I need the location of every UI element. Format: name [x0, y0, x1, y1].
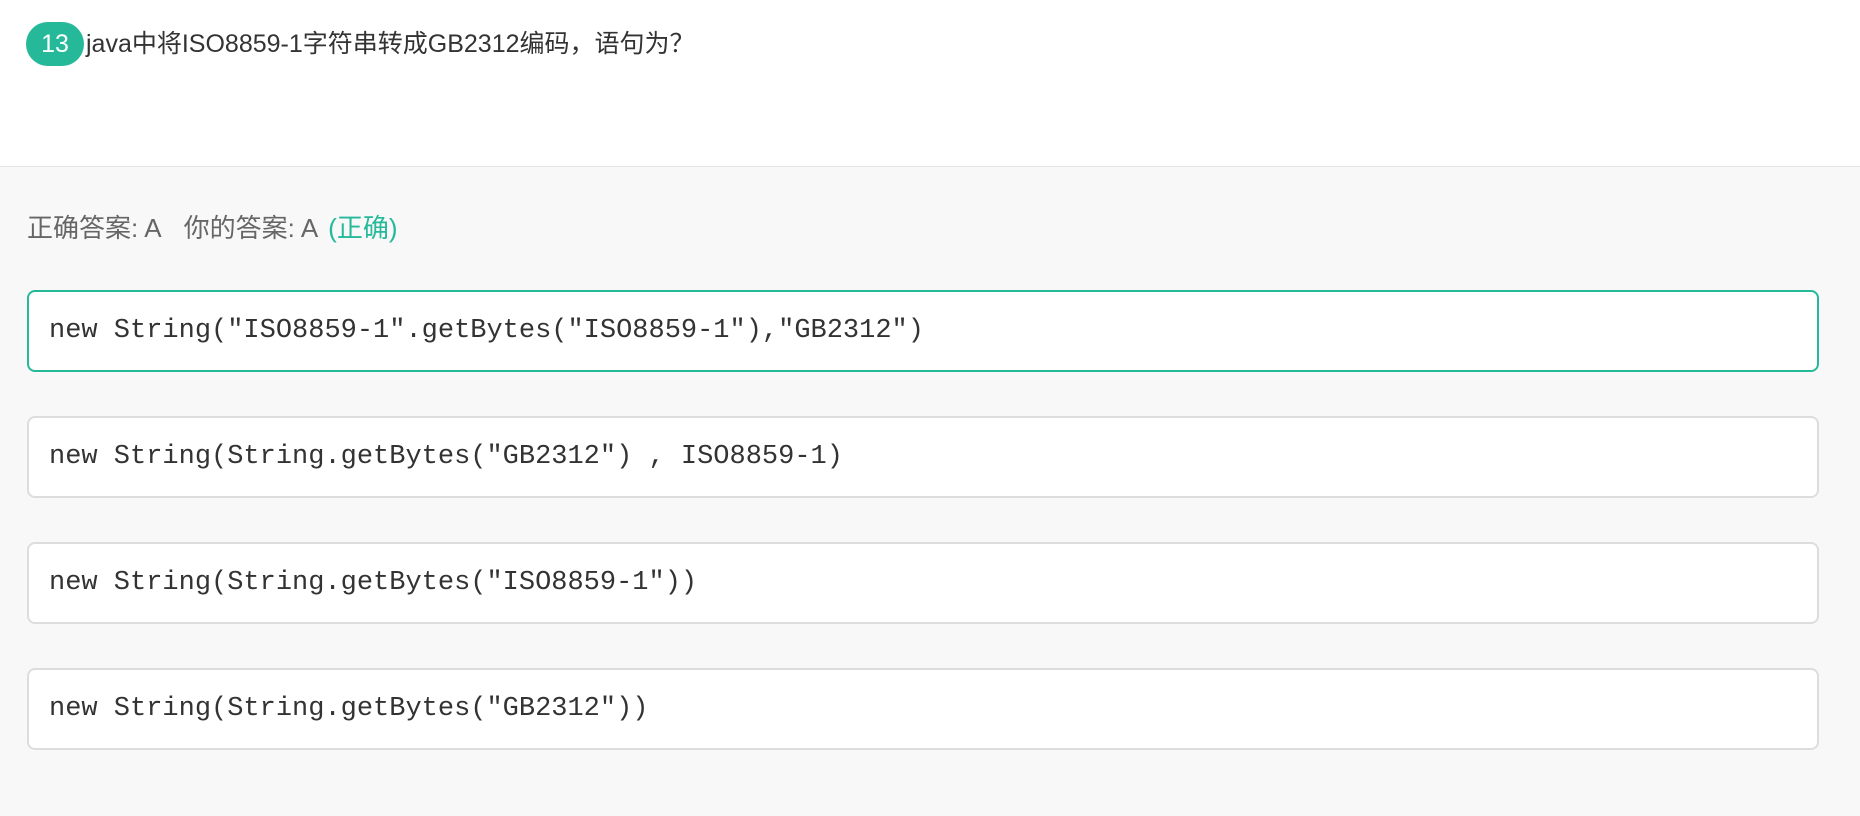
your-answer-value: A: [300, 213, 319, 243]
your-answer-label: 你的答案:: [183, 213, 295, 243]
answer-panel: 正确答案: A 你的答案: A (正确) new String("ISO8859-1".…: [0, 167, 1860, 816]
option-c[interactable]: new String(String.getBytes("ISO8859-1")): [27, 542, 1819, 624]
question-header: 13 java中将ISO8859-1字符串转成GB2312编码，语句为？: [0, 0, 1860, 167]
option-d-text: new String(String.getBytes("GB2312")): [49, 694, 649, 724]
option-b[interactable]: new String(String.getBytes("GB2312") , I…: [27, 416, 1819, 498]
question-number-badge: 13: [26, 22, 84, 66]
question-text: java中将ISO8859-1字符串转成GB2312编码，语句为？: [86, 30, 695, 58]
option-c-text: new String(String.getBytes("ISO8859-1")): [49, 568, 698, 598]
correct-answer-label: 正确答案:: [27, 213, 139, 243]
option-d[interactable]: new String(String.getBytes("GB2312")): [27, 668, 1819, 750]
answer-status: (正确): [328, 213, 398, 243]
answer-summary: 正确答案: A 你的答案: A (正确): [27, 208, 397, 248]
option-a-text: new String("ISO8859-1".getBytes("ISO8859…: [49, 316, 924, 346]
option-b-text: new String(String.getBytes("GB2312") , I…: [49, 442, 843, 472]
option-a[interactable]: new String("ISO8859-1".getBytes("ISO8859…: [27, 290, 1819, 372]
correct-answer-value: A: [144, 213, 162, 243]
